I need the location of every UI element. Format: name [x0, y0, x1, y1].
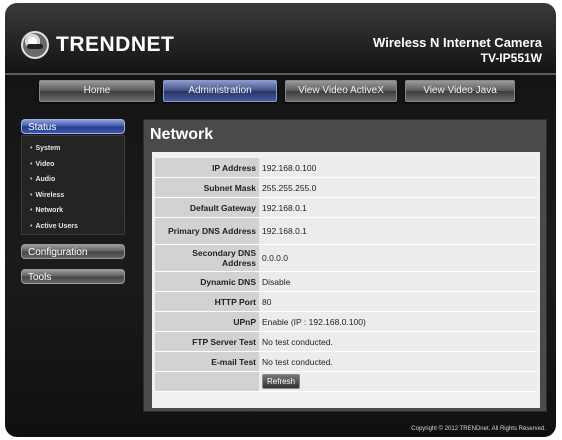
sidebar-item-active-users[interactable]: • Active Users: [30, 219, 124, 235]
row-value: 80: [259, 291, 537, 312]
network-info-area: IP Address 192.168.0.100 Subnet Mask 255…: [152, 152, 540, 408]
row-label-empty: [155, 371, 259, 392]
table-row: E-mail Test No test conducted.: [155, 351, 537, 372]
network-panel: Network IP Address 192.168.0.100 Subnet …: [143, 119, 547, 412]
sidebar-item-video[interactable]: • Video: [30, 157, 124, 173]
sidebar-status-header[interactable]: Status: [21, 119, 125, 134]
sidebar-item-label: Network: [35, 207, 64, 214]
row-value: 255.255.255.0: [259, 177, 537, 198]
row-label: IP Address: [155, 158, 259, 178]
refresh-button[interactable]: Refresh: [262, 374, 301, 389]
sidebar-item-system[interactable]: • System: [30, 141, 124, 157]
row-label: UPnP: [155, 311, 259, 332]
bullet-icon: •: [30, 191, 33, 199]
bullet-icon: •: [30, 176, 33, 183]
bullet-icon: •: [30, 222, 33, 230]
logo-mark-icon: [21, 31, 49, 59]
nav-view-video-java-button[interactable]: View Video Java: [405, 80, 515, 102]
top-nav: Home Administration View Video ActiveX V…: [39, 80, 515, 102]
product-name: Wireless N Internet Camera: [373, 35, 542, 50]
row-value: No test conducted.: [259, 351, 537, 372]
row-label: E-mail Test: [155, 351, 259, 372]
row-label: Secondary DNS Address: [155, 244, 259, 272]
bullet-icon: •: [30, 160, 33, 168]
nav-view-video-activex-button[interactable]: View Video ActiveX: [285, 80, 397, 102]
trendnet-logo: TRENDNET: [21, 31, 174, 59]
row-value: Disable: [259, 271, 537, 292]
nav-home-button[interactable]: Home: [39, 80, 155, 102]
table-row: Secondary DNS Address 0.0.0.0: [155, 244, 537, 272]
sidebar-status-list: • System • Video • Audio • Wireless • Network…: [21, 135, 125, 235]
nav-administration-button[interactable]: Administration: [163, 80, 277, 102]
row-value: 192.168.0.1: [259, 217, 537, 245]
row-label: Dynamic DNS: [155, 271, 259, 292]
table-row: UPnP Enable (IP : 192.168.0.100): [155, 311, 537, 332]
app-frame: TRENDNET Wireless N Internet Camera TV-I…: [5, 3, 556, 437]
table-row: Default Gateway 192.168.0.1: [155, 197, 537, 218]
copyright-footer: Copyright © 2012 TRENDnet. All Rights Re…: [411, 426, 546, 432]
sidebar-configuration-header[interactable]: Configuration: [21, 244, 125, 259]
sidebar-item-wireless[interactable]: • Wireless: [30, 188, 124, 204]
sidebar-item-label: Wireless: [35, 191, 65, 199]
table-row: HTTP Port 80: [155, 291, 537, 312]
row-label: Primary DNS Address: [155, 217, 259, 245]
row-label: HTTP Port: [155, 291, 259, 312]
sidebar-item-label: Video: [35, 160, 55, 168]
refresh-cell: Refresh: [259, 371, 537, 392]
row-label: Default Gateway: [155, 197, 259, 218]
bullet-icon: •: [30, 207, 33, 214]
sidebar-item-label: System: [35, 145, 61, 152]
sidebar-item-label: Audio: [35, 176, 56, 183]
network-info-table: IP Address 192.168.0.100 Subnet Mask 255…: [155, 158, 537, 392]
row-value: 0.0.0.0: [259, 244, 537, 272]
table-row: FTP Server Test No test conducted.: [155, 331, 537, 352]
logo-text: TRENDNET: [56, 33, 175, 56]
row-value: Enable (IP : 192.168.0.100): [259, 311, 537, 332]
table-row: Primary DNS Address 192.168.0.1: [155, 217, 537, 245]
table-row: IP Address 192.168.0.100: [155, 158, 537, 178]
bullet-icon: •: [30, 145, 33, 152]
row-label: Subnet Mask: [155, 177, 259, 198]
sidebar-item-label: Active Users: [35, 222, 78, 230]
product-info: Wireless N Internet Camera TV-IP551W: [373, 35, 542, 65]
row-label: FTP Server Test: [155, 331, 259, 352]
row-value: 192.168.0.100: [259, 158, 537, 178]
product-model: TV-IP551W: [480, 51, 542, 65]
page-title: Network: [150, 126, 214, 143]
table-row: Subnet Mask 255.255.255.0: [155, 177, 537, 198]
sidebar-item-network[interactable]: • Network: [30, 203, 124, 219]
table-row: Dynamic DNS Disable: [155, 271, 537, 292]
sidebar-item-audio[interactable]: • Audio: [30, 172, 124, 188]
table-row: Refresh: [155, 371, 537, 392]
row-value: No test conducted.: [259, 331, 537, 352]
header-divider: [5, 73, 556, 75]
sidebar-tools-header[interactable]: Tools: [21, 269, 125, 284]
row-value: 192.168.0.1: [259, 197, 537, 218]
